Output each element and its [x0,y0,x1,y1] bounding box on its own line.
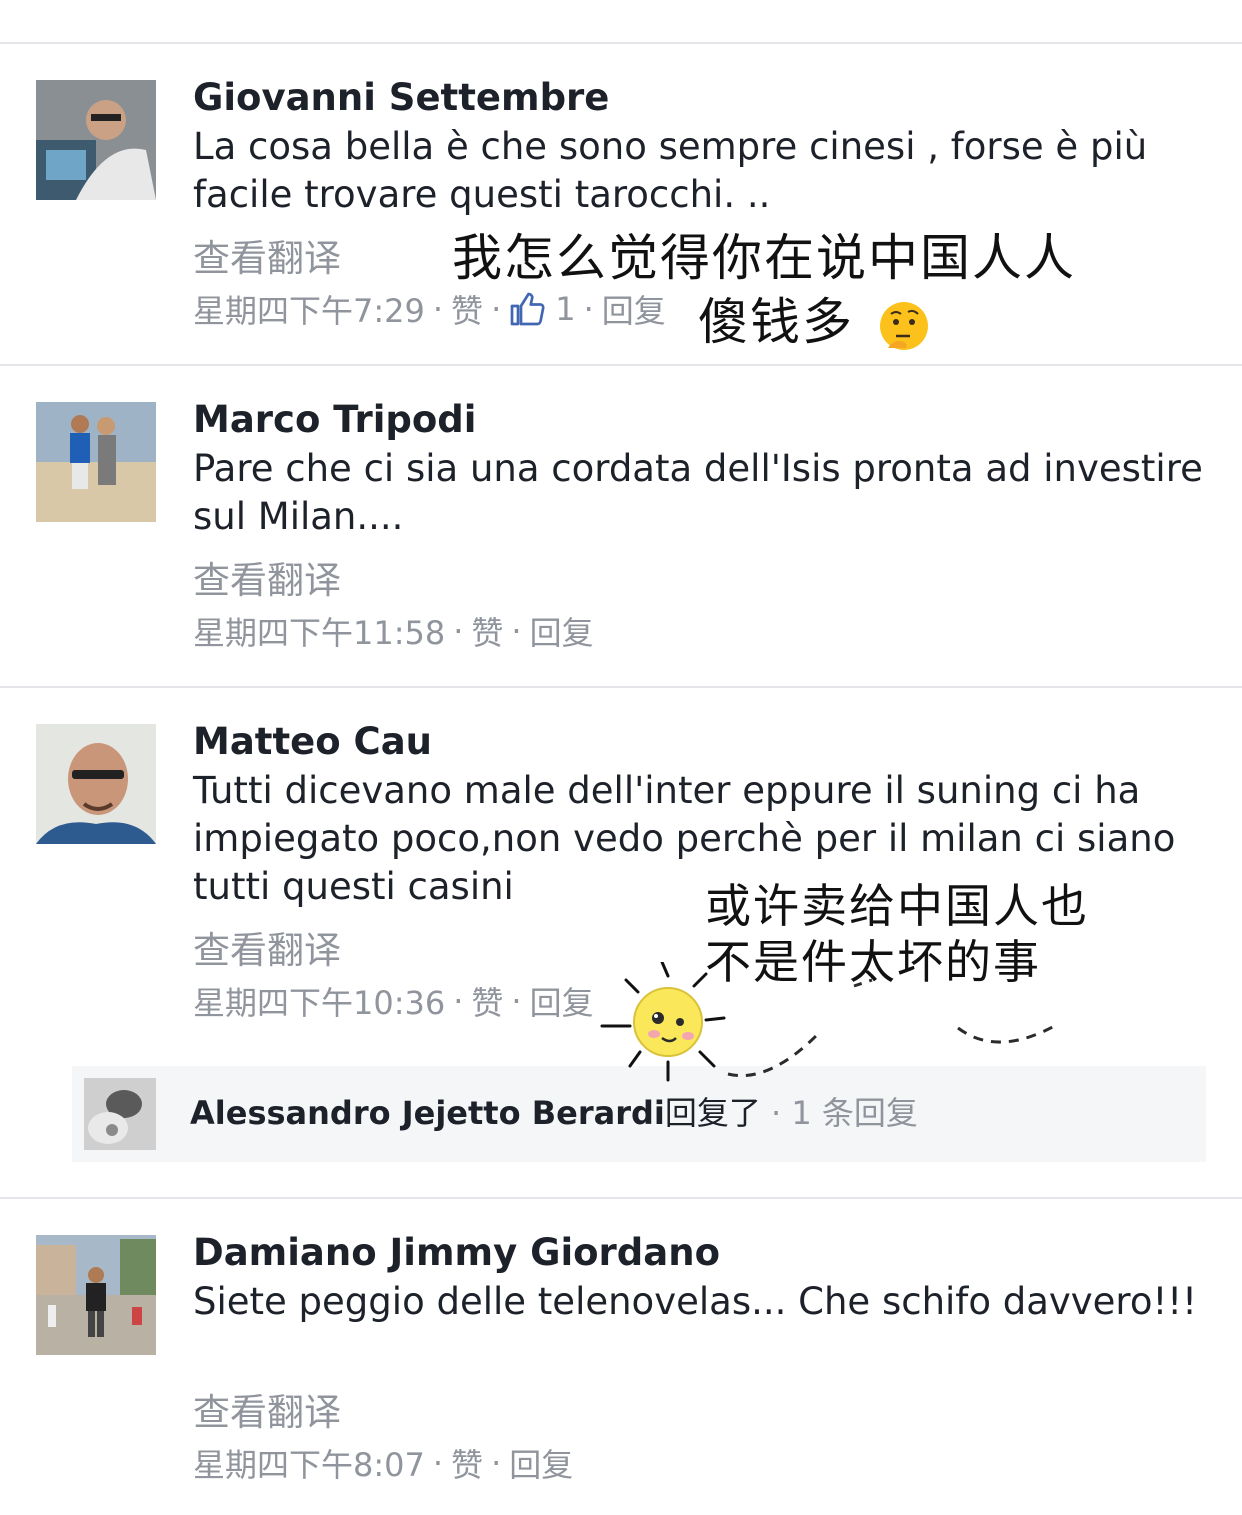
replies-summary: Alessandro Jejetto Berardi回复了 · 1 条回复 [190,1088,918,1134]
timestamp: 星期四下午11:58 [193,614,446,652]
separator-dot: · [771,1094,792,1132]
see-translation-link[interactable]: 查看翻译 [193,550,341,604]
separator-dot: · [453,612,464,650]
avatar[interactable] [36,1235,156,1355]
comment-meta: 星期四下午7:29 · 赞 · 1 · 回复 [193,286,666,332]
avatar[interactable] [36,724,156,844]
reply-button[interactable]: 回复 [530,978,594,1024]
reply-button[interactable]: 回复 [602,286,666,332]
sun-doodle-icon [600,962,1059,1082]
separator-dot: · [432,290,444,328]
separator-dot: · [511,612,522,650]
handwritten-annotation-1b: 傻钱多 [692,282,930,354]
comment-meta: 星期四下午11:58 · 赞 · 回复 [193,608,594,654]
separator-dot: · [511,982,522,1020]
reply-button[interactable]: 回复 [530,608,594,654]
avatar[interactable] [36,402,156,522]
handwritten-annotation-1: 我怎么觉得你在说中国人人 [452,218,1076,290]
timestamp: 星期四下午7:29 [193,292,425,330]
comment-meta: 星期四下午8:07 · 赞 · 回复 [193,1440,573,1486]
reply-count: 1 条回复 [791,1094,918,1132]
thinking-face-icon [879,301,928,350]
commenter-name[interactable]: Giovanni Settembre [193,76,609,119]
comment-divider [0,686,1242,688]
separator-dot: · [491,1444,502,1482]
reply-action: 回复了 [664,1094,761,1132]
like-button[interactable]: 赞 [451,286,483,332]
annotation-line: 我怎么觉得你在说中国人人 [452,229,1076,287]
comment-text: Siete peggio delle telenovelas... Che sc… [193,1280,1197,1323]
timestamp: 星期四下午10:36 [193,984,446,1022]
separator-dot: · [432,1444,444,1482]
annotation-line: 傻钱多 [698,293,854,351]
commenter-name[interactable]: Marco Tripodi [193,398,476,441]
comment-meta: 星期四下午10:36 · 赞 · 回复 [193,978,594,1024]
reply-author-name: Alessandro Jejetto Berardi [190,1094,665,1132]
comment-divider [0,1197,1242,1199]
comment-text: La cosa bella è che sono sempre cinesi ,… [193,125,1148,216]
separator-dot: · [453,982,464,1020]
thumbs-up-icon [510,292,545,326]
see-translation-link[interactable]: 查看翻译 [193,920,341,974]
comment-divider [0,364,1242,366]
like-button[interactable]: 赞 [451,1440,483,1486]
separator-dot: · [491,290,502,328]
like-button[interactable]: 赞 [471,978,503,1024]
commenter-name[interactable]: Matteo Cau [193,720,432,763]
reply-button[interactable]: 回复 [509,1440,573,1486]
avatar [84,1078,156,1150]
comment-text: Pare che ci sia una cordata dell'Isis pr… [193,447,1203,538]
timestamp: 星期四下午8:07 [193,1446,425,1484]
like-button[interactable]: 赞 [471,608,503,654]
see-translation-link[interactable]: 查看翻译 [193,1382,341,1436]
avatar[interactable] [36,80,156,200]
annotation-line: 或许卖给中国人也 [705,879,1089,933]
separator-dot: · [583,290,594,328]
like-count: 1 [555,290,576,328]
top-divider [0,42,1242,44]
commenter-name[interactable]: Damiano Jimmy Giordano [193,1231,720,1274]
see-translation-link[interactable]: 查看翻译 [193,228,341,282]
